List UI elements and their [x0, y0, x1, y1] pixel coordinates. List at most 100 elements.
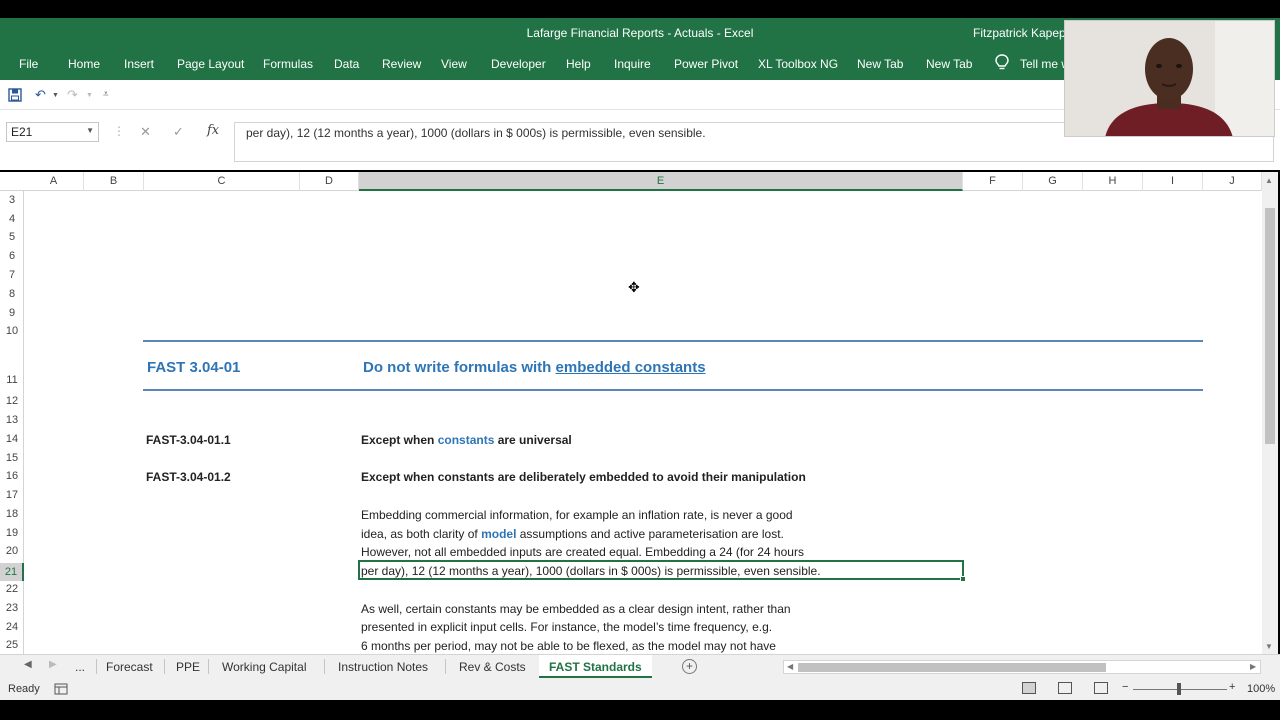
row-header[interactable]: 8 — [0, 288, 24, 300]
row-header[interactable]: 19 — [0, 527, 24, 539]
macro-record-icon[interactable] — [54, 683, 68, 695]
scroll-left-icon[interactable]: ◀ — [787, 662, 793, 671]
redo-dropdown-icon[interactable]: ▼ — [86, 92, 93, 99]
column-header-f[interactable]: F — [963, 172, 1023, 191]
paragraph-1-line-2-post: assumptions and active parameterisation … — [516, 527, 784, 541]
rule-title-link[interactable]: embedded constants — [556, 359, 706, 376]
rule-title-text: Do not write formulas with — [363, 359, 556, 376]
enter-icon[interactable]: ✓ — [173, 124, 184, 140]
sheet-tab-instruction-notes[interactable]: Instruction Notes — [338, 660, 428, 674]
row-header[interactable]: 12 — [0, 395, 24, 407]
tab-insert[interactable]: Insert — [124, 57, 154, 71]
column-header-b[interactable]: B — [84, 172, 144, 191]
tab-file[interactable]: File — [19, 57, 38, 71]
constants-link[interactable]: constants — [438, 433, 495, 447]
row-header[interactable]: 13 — [0, 414, 24, 426]
scroll-right-icon[interactable]: ▶ — [1250, 662, 1256, 671]
tab-new-tab-1[interactable]: New Tab — [857, 57, 903, 71]
tab-inquire[interactable]: Inquire — [614, 57, 651, 71]
tab-formulas[interactable]: Formulas — [263, 57, 313, 71]
vertical-scroll-thumb[interactable] — [1265, 208, 1275, 444]
row-header[interactable]: 10 — [0, 325, 24, 337]
tab-help[interactable]: Help — [566, 57, 591, 71]
save-icon[interactable] — [8, 88, 22, 102]
fill-handle[interactable] — [960, 576, 966, 582]
column-header-c[interactable]: C — [144, 172, 300, 191]
row-header[interactable]: 7 — [0, 269, 24, 281]
row-header[interactable]: 14 — [0, 433, 24, 445]
horizontal-scroll-thumb[interactable] — [798, 663, 1106, 672]
tab-view[interactable]: View — [441, 57, 467, 71]
tab-new-tab-2[interactable]: New Tab — [926, 57, 972, 71]
page-layout-view-icon[interactable] — [1058, 682, 1072, 694]
customize-icon[interactable]: ⩡ — [103, 89, 109, 100]
column-header-i[interactable]: I — [1143, 172, 1203, 191]
zoom-slider-thumb[interactable] — [1177, 683, 1181, 695]
row-header[interactable]: 25 — [0, 639, 24, 651]
insert-function-icon[interactable]: fx — [207, 123, 219, 138]
row-header[interactable]: 5 — [0, 231, 24, 243]
zoom-out-icon[interactable]: − — [1122, 681, 1128, 693]
user-name[interactable]: Fitzpatrick Kapepe — [973, 26, 1072, 40]
row-header[interactable]: 4 — [0, 213, 24, 225]
sheet-tab-working-capital[interactable]: Working Capital — [222, 660, 306, 674]
column-header-e[interactable]: E — [359, 172, 963, 191]
worksheet-grid[interactable]: FAST 3.04-01 Do not write formulas with … — [24, 191, 1262, 654]
zoom-in-icon[interactable]: + — [1229, 681, 1235, 693]
scroll-up-icon[interactable]: ▲ — [1265, 176, 1273, 185]
tab-review[interactable]: Review — [382, 57, 421, 71]
row-header[interactable]: 17 — [0, 489, 24, 501]
select-all-corner[interactable] — [0, 172, 24, 191]
page-break-view-icon[interactable] — [1094, 682, 1108, 694]
sheet-tab-ppe[interactable]: PPE — [176, 660, 200, 674]
paragraph-2-line-2: presented in explicit input cells. For i… — [361, 620, 773, 634]
row-header[interactable]: 6 — [0, 250, 24, 262]
row-header[interactable]: 18 — [0, 508, 24, 520]
row-header[interactable]: 24 — [0, 621, 24, 633]
tab-power-pivot[interactable]: Power Pivot — [674, 57, 738, 71]
tell-me-search[interactable]: Tell me w — [1020, 57, 1070, 71]
model-link[interactable]: model — [481, 527, 516, 541]
column-header-d[interactable]: D — [300, 172, 359, 191]
more-sheets-button[interactable]: ... — [75, 660, 85, 674]
cancel-icon[interactable]: ✕ — [140, 124, 151, 140]
row-header[interactable]: 16 — [0, 470, 24, 482]
tab-data[interactable]: Data — [334, 57, 359, 71]
tab-xl-toolbox[interactable]: XL Toolbox NG — [758, 57, 838, 71]
row-header[interactable]: 15 — [0, 452, 24, 464]
cell-cursor-icon: ✥ — [628, 279, 640, 295]
tab-developer[interactable]: Developer — [491, 57, 546, 71]
row-header[interactable]: 22 — [0, 583, 24, 595]
horizontal-scrollbar[interactable]: ◀ ▶ — [783, 660, 1261, 674]
row-header[interactable]: 9 — [0, 307, 24, 319]
tab-page-layout[interactable]: Page Layout — [177, 57, 244, 71]
active-cell-e21[interactable] — [358, 560, 966, 582]
scroll-down-icon[interactable]: ▼ — [1265, 642, 1273, 651]
column-header-h[interactable]: H — [1083, 172, 1143, 191]
sheet-tab-fast-standards[interactable]: FAST Standards — [539, 655, 652, 679]
vertical-scrollbar[interactable]: ▲ ▼ — [1262, 172, 1278, 654]
undo-icon[interactable]: ↶ — [35, 87, 46, 103]
row-header[interactable]: 20 — [0, 545, 24, 557]
next-sheet-icon[interactable]: ▶ — [49, 659, 57, 670]
chevron-down-icon[interactable]: ▼ — [86, 126, 94, 135]
tab-home[interactable]: Home — [68, 57, 100, 71]
name-box[interactable]: E21 ▼ — [6, 122, 99, 142]
column-header-j[interactable]: J — [1203, 172, 1262, 191]
sheet-tab-forecast[interactable]: Forecast — [106, 660, 153, 674]
redo-icon[interactable]: ↷ — [67, 87, 78, 103]
zoom-level[interactable]: 100% — [1247, 683, 1275, 695]
sheet-tab-rev-costs[interactable]: Rev & Costs — [459, 660, 526, 674]
tab-divider — [96, 659, 97, 674]
normal-view-icon[interactable] — [1022, 682, 1036, 694]
status-bar: Ready − + 100% — [0, 678, 1280, 700]
undo-dropdown-icon[interactable]: ▼ — [52, 92, 59, 99]
column-header-a[interactable]: A — [24, 172, 84, 191]
prev-sheet-icon[interactable]: ◀ — [24, 659, 32, 670]
row-header[interactable]: 11 — [0, 374, 24, 386]
add-sheet-icon[interactable]: + — [682, 659, 697, 674]
column-header-g[interactable]: G — [1023, 172, 1083, 191]
row-header[interactable]: 3 — [0, 194, 24, 206]
row-header-selected[interactable]: 21 — [0, 563, 24, 581]
row-header[interactable]: 23 — [0, 602, 24, 614]
